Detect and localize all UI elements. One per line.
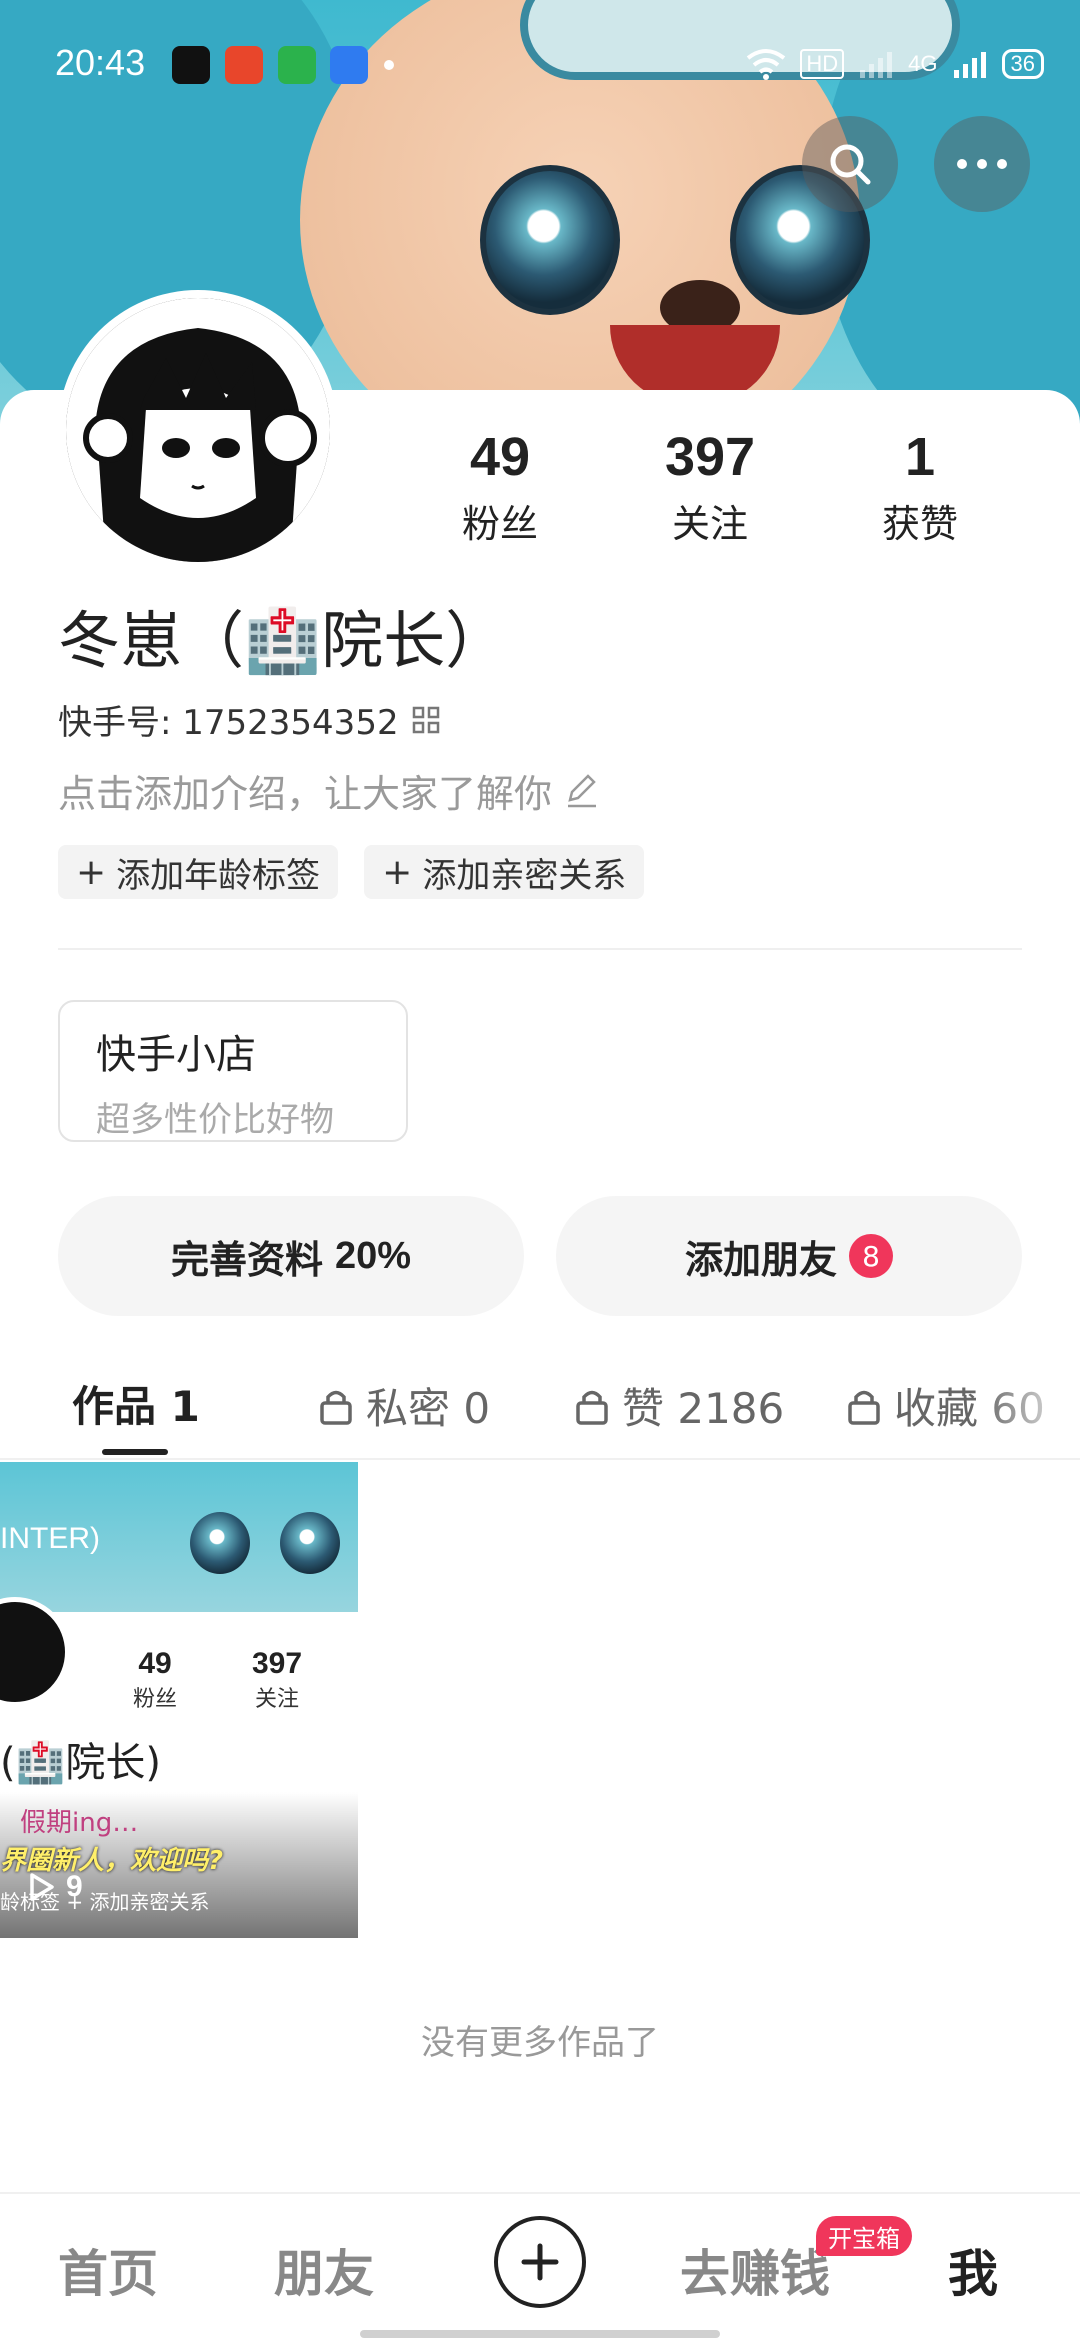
cover-art-eye-left [480,165,620,315]
add-relationship-label: 添加亲密关系 [422,855,627,896]
notification-dot-icon [384,60,394,70]
play-icon [30,1873,54,1901]
treasure-chest-badge: 开宝箱 [816,2216,912,2256]
qr-code-icon[interactable] [411,705,441,735]
wechat-app-icon [278,46,316,84]
thumbnail-cover-text: INTER) [0,1522,100,1555]
followers-count: 49 [469,427,531,487]
divider [58,948,1022,950]
lock-icon [848,1390,880,1425]
nav-friends[interactable]: 朋友 [274,2234,374,2306]
tab-works[interactable]: 作品 1 [72,1373,200,1434]
content-tabs: 作品 1 私密 0 赞 2186 收藏 60 [0,1365,1080,1460]
tabs-divider [0,1458,1080,1460]
thumbnail-name: (🏥院长) [0,1740,162,1786]
no-more-works-text: 没有更多作品了 [421,2023,659,2063]
user-name: 冬崽（🏥院长） [58,604,508,677]
thumbnail-cover: INTER) [0,1462,358,1622]
edit-pencil-icon [568,773,597,807]
nav-home[interactable]: 首页 [58,2234,158,2306]
add-age-tag-label: 添加年龄标签 [116,855,321,896]
tab-likes[interactable]: 赞 2186 [574,1375,784,1436]
play-count: 9 [28,1870,83,1904]
shop-card[interactable]: 快手小店 超多性价比好物 [58,1000,408,1142]
active-tab-indicator [102,1449,168,1455]
thumbnail-followers-count: 49 [138,1647,172,1680]
complete-profile-percent: 20% [334,1234,412,1277]
avatar[interactable] [58,290,338,570]
kuaishou-app-icon [225,46,263,84]
wifi-icon [747,49,786,80]
plus-icon: + [76,851,107,893]
bio-placeholder-row[interactable]: 点击添加介绍，让大家了解你 [58,763,600,818]
battery-icon: 36 [1001,49,1044,79]
add-friends-label: 添加朋友 [684,1237,837,1282]
thumbnail-following: 397 关注 [232,1647,322,1713]
plus-icon: + [382,851,413,893]
add-friends-button[interactable]: 添加朋友 8 [556,1196,1022,1316]
followers-label: 粉丝 [461,502,538,546]
shop-title: 快手小店 [96,1032,256,1078]
profile-tags: + 添加年龄标签 + 添加亲密关系 [58,845,645,899]
thumbnail-eye-right [280,1512,340,1574]
add-age-tag-button[interactable]: + 添加年龄标签 [58,845,339,899]
tabs-fade-overlay [980,1360,1080,1450]
status-time: 20:43 [55,42,146,83]
network-type: 4G [908,51,938,76]
avatar-image [66,298,330,562]
nav-earn[interactable]: 去赚钱 [680,2234,830,2306]
thumbnail-overlay-text-1: 假期ing… [20,1808,139,1838]
thumbnail-followers: 49 粉丝 [110,1647,200,1713]
plus-icon [521,2243,559,2281]
followers-stat[interactable]: 49 粉丝 [400,425,600,548]
complete-profile-button[interactable]: 完善资料 20% [58,1196,524,1316]
more-dots-icon [957,159,1007,169]
browser-app-icon [330,46,368,84]
thumbnail-followers-label: 粉丝 [132,1687,177,1712]
profile-stats: 49 粉丝 397 关注 1 获赞 [400,425,1020,548]
more-button[interactable] [934,116,1030,212]
complete-profile-label: 完善资料 [170,1237,323,1282]
signal-muted-icon [860,52,893,78]
kuaishou-id: 快手号: 1752354352 [58,703,399,743]
likes-stat[interactable]: 1 获赞 [820,425,1020,548]
home-indicator[interactable] [360,2330,720,2338]
nav-me[interactable]: 我 [948,2234,998,2306]
add-relationship-button[interactable]: + 添加亲密关系 [364,845,645,899]
likes-count: 1 [904,427,936,487]
status-bar: 20:43 HD 4G 36 [0,0,1080,130]
tab-private-label: 私密 0 [366,1384,491,1433]
lock-icon [576,1390,608,1425]
video-thumbnail[interactable]: INTER) 49 粉丝 397 关注 (🏥院长) 假期ing… 界圈新人，欢迎… [0,1462,358,1938]
signal-icon [953,52,986,78]
action-row: 完善资料 20% 添加朋友 8 [58,1196,1022,1316]
lock-icon [320,1390,352,1425]
tiktok-app-icon [172,46,210,84]
search-icon [830,144,871,185]
following-count: 397 [664,427,756,487]
play-count-value: 9 [66,1870,83,1903]
shop-subtitle: 超多性价比好物 [96,1100,334,1140]
tab-private[interactable]: 私密 0 [318,1375,490,1436]
following-stat[interactable]: 397 关注 [610,425,810,548]
thumbnail-following-count: 397 [251,1647,303,1680]
thumbnail-eye-left [190,1512,250,1574]
tab-likes-label: 赞 2186 [622,1384,785,1433]
likes-label: 获赞 [881,502,958,546]
hd-indicator: HD [800,49,845,79]
friend-request-badge: 8 [849,1234,893,1278]
create-post-button[interactable] [494,2216,586,2308]
bio-placeholder: 点击添加介绍，让大家了解你 [58,772,553,816]
tab-works-label: 作品 1 [72,1382,200,1431]
search-button[interactable] [802,116,898,212]
thumbnail-following-label: 关注 [254,1687,299,1712]
following-label: 关注 [671,502,748,546]
kuaishou-id-row[interactable]: 快手号: 1752354352 [58,695,441,744]
